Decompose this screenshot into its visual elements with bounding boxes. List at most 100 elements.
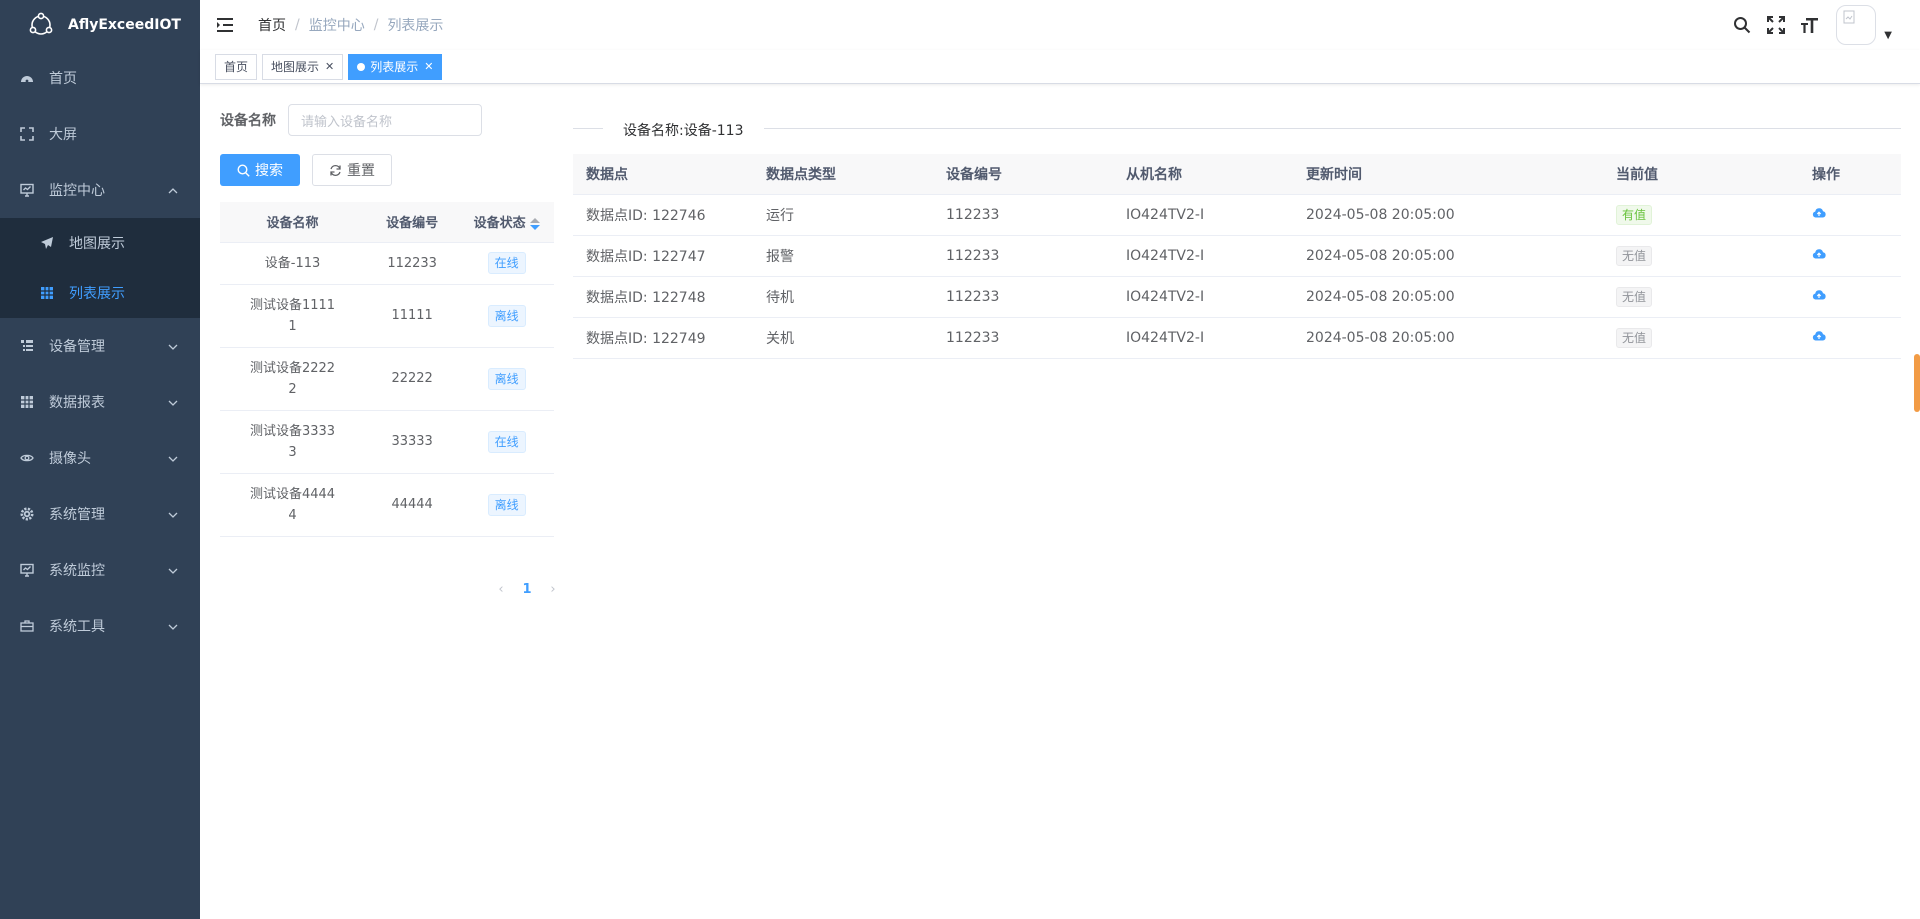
slave-cell: IO424TV2-I (1113, 276, 1293, 318)
slave-cell: IO424TV2-I (1113, 235, 1293, 277)
breadcrumb-item-home[interactable]: 首页 (258, 15, 286, 35)
device-name-cell: 测试设备3333 3 (220, 410, 366, 474)
dashboard-icon (20, 71, 34, 85)
sidebar-item-monitor-center[interactable]: 监控中心 (0, 162, 200, 218)
sidebar-item-home[interactable]: 首页 (0, 50, 200, 106)
chevron-down-icon (168, 506, 178, 522)
device-name-cell: 测试设备4444 4 (220, 473, 366, 537)
column-header-status[interactable]: 设备状态 (459, 202, 554, 243)
table-row[interactable]: 测试设备4444 4 44444 离线 (220, 473, 554, 537)
sidebar-item-camera[interactable]: 摄像头 (0, 430, 200, 486)
tag-home[interactable]: 首页 (215, 53, 258, 80)
time-cell: 2024-05-08 20:05:00 (1293, 317, 1603, 359)
search-icon[interactable] (1732, 15, 1752, 35)
sidebar-item-system-tools[interactable]: 系统工具 (0, 598, 200, 654)
search-buttons: 搜索 重置 (220, 154, 554, 186)
logo[interactable]: AflyExceedIOT (0, 0, 200, 50)
tag-list[interactable]: 列表展示 ✕ (348, 53, 443, 80)
cloud-upload-icon[interactable] (1812, 289, 1826, 301)
column-header-label: 设备状态 (473, 216, 526, 232)
sidebar-item-label: 设备管理 (49, 339, 105, 355)
sidebar-item-map[interactable]: 地图展示 (0, 218, 200, 268)
page-number[interactable]: 1 (514, 582, 540, 597)
sidebar-item-system-monitor[interactable]: 系统监控 (0, 542, 200, 598)
toolbox-icon (20, 619, 34, 633)
breadcrumb-separator: / (295, 17, 300, 33)
search-button-label: 搜索 (255, 163, 283, 179)
sidebar: AflyExceedIOT 首页 大屏 监控中心 地图展示 列表展示 设备管理 … (0, 0, 200, 919)
device-code-cell: 44444 (365, 473, 460, 537)
sidebar-item-system-mgmt[interactable]: 系统管理 (0, 486, 200, 542)
cloud-upload-icon[interactable] (1812, 248, 1826, 260)
table-header-row: 数据点 数据点类型 设备编号 从机名称 更新时间 当前值 操作 (573, 154, 1901, 195)
search-button[interactable]: 搜索 (220, 154, 300, 186)
search-form: 设备名称 请输入设备名称 (220, 104, 554, 136)
fullscreen-icon[interactable] (1766, 15, 1786, 35)
column-header: 数据点 (573, 154, 753, 195)
broken-image-icon (1843, 10, 1855, 24)
value-badge: 无值 (1616, 286, 1653, 307)
table-row[interactable]: 测试设备3333 3 33333 在线 (220, 410, 554, 474)
chevron-down-icon (168, 562, 178, 578)
value-badge: 无值 (1616, 245, 1653, 266)
device-name-line: 1 (288, 318, 297, 334)
sidebar-item-label: 监控中心 (49, 183, 105, 199)
sidebar-item-label: 摄像头 (49, 451, 91, 467)
scrollbar-thumb[interactable] (1914, 354, 1920, 412)
breadcrumb-item-current: 列表展示 (387, 18, 444, 34)
action-cell (1799, 235, 1901, 277)
device-status-cell: 离线 (459, 347, 554, 411)
datapoint-cell: 数据点ID: 122749 (573, 317, 753, 359)
tag-map[interactable]: 地图展示 ✕ (262, 53, 344, 80)
table-row: 数据点ID: 122749 关机 112233 IO424TV2-I 2024-… (573, 317, 1901, 359)
device-code-cell: 11111 (365, 284, 460, 348)
device-name-label: 设备名称 (220, 113, 276, 129)
time-cell: 2024-05-08 20:05:00 (1293, 276, 1603, 318)
value-cell: 无值 (1603, 235, 1799, 277)
slave-cell: IO424TV2-I (1113, 194, 1293, 236)
refresh-icon (330, 164, 341, 176)
table-header-row: 设备名称 设备编号 设备状态 (220, 202, 554, 243)
monitor-icon (20, 563, 34, 577)
caret-down-icon[interactable]: ▼ (1884, 30, 1892, 41)
detail-divider: 设备名称:设备-113 (573, 120, 1901, 140)
sort-icon[interactable] (529, 217, 540, 230)
cloud-upload-icon[interactable] (1812, 330, 1826, 342)
device-list-panel: 设备名称 请输入设备名称 搜索 重置 设备名称 设备编号 设备状态 设备-113… (220, 104, 556, 597)
sidebar-item-label: 数据报表 (49, 395, 105, 411)
sidebar-item-bigscreen[interactable]: 大屏 (0, 106, 200, 162)
sidebar-item-label: 系统工具 (49, 619, 105, 635)
device-status-cell: 在线 (459, 410, 554, 474)
breadcrumb-item-monitor: 监控中心 (308, 18, 365, 34)
table-row[interactable]: 设备-113 112233 在线 (220, 242, 554, 285)
chevron-down-icon (168, 450, 178, 466)
right-menu: ▼ (1718, 0, 1892, 50)
prev-page-icon[interactable]: ‹ (488, 582, 514, 597)
device-name-input[interactable]: 请输入设备名称 (288, 104, 482, 136)
status-badge: 离线 (487, 304, 526, 327)
sidebar-item-device-mgmt[interactable]: 设备管理 (0, 318, 200, 374)
tag-label: 地图展示 (271, 59, 320, 74)
pagination: ‹ 1 › (488, 582, 566, 597)
device-code-cell: 112233 (365, 242, 460, 285)
close-icon[interactable]: ✕ (325, 55, 334, 79)
device-name-line: 3 (288, 444, 297, 460)
close-icon[interactable]: ✕ (424, 55, 433, 79)
table-row[interactable]: 测试设备2222 2 22222 离线 (220, 347, 554, 411)
active-dot (357, 62, 366, 71)
next-page-icon[interactable]: › (540, 582, 566, 597)
chevron-down-icon (168, 618, 178, 634)
datapoint-cell: 数据点ID: 122748 (573, 276, 753, 318)
sidebar-item-reports[interactable]: 数据报表 (0, 374, 200, 430)
table-row: 数据点ID: 122746 运行 112233 IO424TV2-I 2024-… (573, 194, 1901, 236)
hamburger-icon[interactable] (216, 15, 236, 35)
device-status-cell: 离线 (459, 473, 554, 537)
avatar[interactable] (1836, 5, 1877, 45)
search-icon (237, 163, 250, 177)
reset-button[interactable]: 重置 (312, 154, 392, 186)
cloud-upload-icon[interactable] (1812, 207, 1826, 219)
font-size-icon[interactable] (1800, 15, 1820, 35)
table-row: 数据点ID: 122747 报警 112233 IO424TV2-I 2024-… (573, 235, 1901, 277)
table-row[interactable]: 测试设备1111 1 11111 离线 (220, 284, 554, 348)
sidebar-item-list[interactable]: 列表展示 (0, 268, 200, 318)
